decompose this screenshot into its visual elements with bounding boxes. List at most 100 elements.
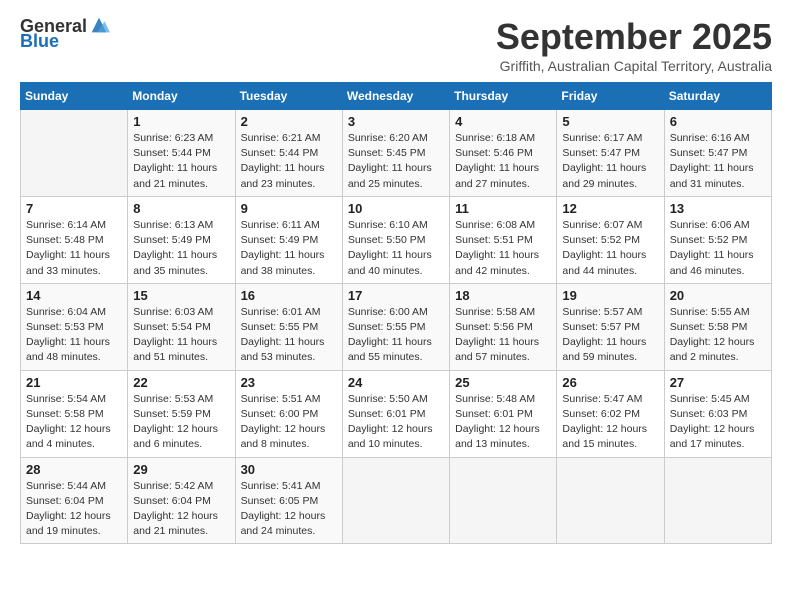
day-info: Sunrise: 5:41 AMSunset: 6:05 PMDaylight:…	[241, 479, 337, 540]
calendar-cell: 10 Sunrise: 6:10 AMSunset: 5:50 PMDayligh…	[342, 196, 449, 283]
day-info: Sunrise: 6:18 AMSunset: 5:46 PMDaylight:…	[455, 131, 551, 192]
day-info: Sunrise: 5:44 AMSunset: 6:04 PMDaylight:…	[26, 479, 122, 540]
calendar-cell: 8 Sunrise: 6:13 AMSunset: 5:49 PMDaylight…	[128, 196, 235, 283]
calendar-day-header: Monday	[128, 83, 235, 110]
day-number: 17	[348, 288, 444, 303]
day-info: Sunrise: 6:20 AMSunset: 5:45 PMDaylight:…	[348, 131, 444, 192]
calendar-cell: 9 Sunrise: 6:11 AMSunset: 5:49 PMDaylight…	[235, 196, 342, 283]
calendar-cell: 5 Sunrise: 6:17 AMSunset: 5:47 PMDaylight…	[557, 110, 664, 197]
day-number: 25	[455, 375, 551, 390]
day-info: Sunrise: 5:45 AMSunset: 6:03 PMDaylight:…	[670, 392, 766, 453]
day-number: 24	[348, 375, 444, 390]
calendar-day-header: Friday	[557, 83, 664, 110]
day-number: 29	[133, 462, 229, 477]
calendar-day-header: Saturday	[664, 83, 771, 110]
day-number: 23	[241, 375, 337, 390]
logo-blue: Blue	[20, 31, 59, 52]
calendar-title: September 2025	[496, 16, 772, 58]
day-info: Sunrise: 6:14 AMSunset: 5:48 PMDaylight:…	[26, 218, 122, 279]
calendar-week-row: 7Sunrise: 6:14 AMSunset: 5:48 PMDaylight…	[21, 196, 772, 283]
calendar-week-row: 21Sunrise: 5:54 AMSunset: 5:58 PMDayligh…	[21, 370, 772, 457]
calendar-cell	[664, 457, 771, 544]
day-info: Sunrise: 6:06 AMSunset: 5:52 PMDaylight:…	[670, 218, 766, 279]
calendar-day-header: Thursday	[450, 83, 557, 110]
calendar-cell: 11Sunrise: 6:08 AMSunset: 5:51 PMDayligh…	[450, 196, 557, 283]
day-number: 12	[562, 201, 658, 216]
calendar-cell: 20 Sunrise: 5:55 AMSunset: 5:58 PMDayligh…	[664, 283, 771, 370]
day-number: 8	[133, 201, 229, 216]
day-info: Sunrise: 5:57 AMSunset: 5:57 PMDaylight:…	[562, 305, 658, 366]
calendar-cell: 3 Sunrise: 6:20 AMSunset: 5:45 PMDaylight…	[342, 110, 449, 197]
day-number: 30	[241, 462, 337, 477]
day-number: 2	[241, 114, 337, 129]
calendar-day-header: Tuesday	[235, 83, 342, 110]
day-info: Sunrise: 6:03 AMSunset: 5:54 PMDaylight:…	[133, 305, 229, 366]
day-number: 13	[670, 201, 766, 216]
day-number: 14	[26, 288, 122, 303]
calendar-cell	[342, 457, 449, 544]
calendar-cell: 16 Sunrise: 6:01 AMSunset: 5:55 PMDayligh…	[235, 283, 342, 370]
calendar-cell: 1 Sunrise: 6:23 AMSunset: 5:44 PMDaylight…	[128, 110, 235, 197]
calendar-week-row: 28 Sunrise: 5:44 AMSunset: 6:04 PMDayligh…	[21, 457, 772, 544]
calendar-cell: 13 Sunrise: 6:06 AMSunset: 5:52 PMDayligh…	[664, 196, 771, 283]
day-info: Sunrise: 6:23 AMSunset: 5:44 PMDaylight:…	[133, 131, 229, 192]
day-info: Sunrise: 5:55 AMSunset: 5:58 PMDaylight:…	[670, 305, 766, 366]
calendar-cell	[21, 110, 128, 197]
calendar-cell: 26Sunrise: 5:47 AMSunset: 6:02 PMDayligh…	[557, 370, 664, 457]
calendar-cell: 27 Sunrise: 5:45 AMSunset: 6:03 PMDayligh…	[664, 370, 771, 457]
calendar-cell: 23Sunrise: 5:51 AMSunset: 6:00 PMDayligh…	[235, 370, 342, 457]
calendar-cell: 12 Sunrise: 6:07 AMSunset: 5:52 PMDayligh…	[557, 196, 664, 283]
calendar-cell: 21Sunrise: 5:54 AMSunset: 5:58 PMDayligh…	[21, 370, 128, 457]
calendar-cell: 18 Sunrise: 5:58 AMSunset: 5:56 PMDayligh…	[450, 283, 557, 370]
calendar-table: SundayMondayTuesdayWednesdayThursdayFrid…	[20, 82, 772, 544]
day-number: 9	[241, 201, 337, 216]
calendar-cell: 24 Sunrise: 5:50 AMSunset: 6:01 PMDayligh…	[342, 370, 449, 457]
day-number: 28	[26, 462, 122, 477]
calendar-cell: 7Sunrise: 6:14 AMSunset: 5:48 PMDaylight…	[21, 196, 128, 283]
calendar-week-row: 14 Sunrise: 6:04 AMSunset: 5:53 PMDayligh…	[21, 283, 772, 370]
day-info: Sunrise: 6:17 AMSunset: 5:47 PMDaylight:…	[562, 131, 658, 192]
calendar-cell: 30 Sunrise: 5:41 AMSunset: 6:05 PMDayligh…	[235, 457, 342, 544]
calendar-day-header: Wednesday	[342, 83, 449, 110]
day-info: Sunrise: 6:16 AMSunset: 5:47 PMDaylight:…	[670, 131, 766, 192]
calendar-cell	[450, 457, 557, 544]
day-number: 3	[348, 114, 444, 129]
day-info: Sunrise: 5:48 AMSunset: 6:01 PMDaylight:…	[455, 392, 551, 453]
day-info: Sunrise: 6:08 AMSunset: 5:51 PMDaylight:…	[455, 218, 551, 279]
day-number: 18	[455, 288, 551, 303]
day-number: 21	[26, 375, 122, 390]
day-number: 16	[241, 288, 337, 303]
day-info: Sunrise: 6:13 AMSunset: 5:49 PMDaylight:…	[133, 218, 229, 279]
calendar-cell: 28 Sunrise: 5:44 AMSunset: 6:04 PMDayligh…	[21, 457, 128, 544]
calendar-cell: 2 Sunrise: 6:21 AMSunset: 5:44 PMDaylight…	[235, 110, 342, 197]
day-number: 26	[562, 375, 658, 390]
calendar-cell: 19 Sunrise: 5:57 AMSunset: 5:57 PMDayligh…	[557, 283, 664, 370]
day-info: Sunrise: 5:50 AMSunset: 6:01 PMDaylight:…	[348, 392, 444, 453]
day-info: Sunrise: 6:10 AMSunset: 5:50 PMDaylight:…	[348, 218, 444, 279]
day-number: 6	[670, 114, 766, 129]
day-info: Sunrise: 6:07 AMSunset: 5:52 PMDaylight:…	[562, 218, 658, 279]
calendar-location: Griffith, Australian Capital Territory, …	[496, 58, 772, 74]
calendar-cell: 29Sunrise: 5:42 AMSunset: 6:04 PMDayligh…	[128, 457, 235, 544]
day-number: 15	[133, 288, 229, 303]
page-header: General Blue September 2025 Griffith, Au…	[20, 16, 772, 74]
day-number: 22	[133, 375, 229, 390]
day-info: Sunrise: 6:01 AMSunset: 5:55 PMDaylight:…	[241, 305, 337, 366]
day-number: 1	[133, 114, 229, 129]
calendar-cell: 15 Sunrise: 6:03 AMSunset: 5:54 PMDayligh…	[128, 283, 235, 370]
calendar-header-row: SundayMondayTuesdayWednesdayThursdayFrid…	[21, 83, 772, 110]
day-number: 5	[562, 114, 658, 129]
calendar-cell: 4Sunrise: 6:18 AMSunset: 5:46 PMDaylight…	[450, 110, 557, 197]
day-info: Sunrise: 6:21 AMSunset: 5:44 PMDaylight:…	[241, 131, 337, 192]
day-info: Sunrise: 5:58 AMSunset: 5:56 PMDaylight:…	[455, 305, 551, 366]
day-info: Sunrise: 6:11 AMSunset: 5:49 PMDaylight:…	[241, 218, 337, 279]
day-number: 10	[348, 201, 444, 216]
calendar-cell: 6 Sunrise: 6:16 AMSunset: 5:47 PMDaylight…	[664, 110, 771, 197]
day-info: Sunrise: 6:00 AMSunset: 5:55 PMDaylight:…	[348, 305, 444, 366]
day-number: 19	[562, 288, 658, 303]
day-number: 20	[670, 288, 766, 303]
day-number: 27	[670, 375, 766, 390]
logo: General Blue	[20, 16, 110, 52]
day-info: Sunrise: 6:04 AMSunset: 5:53 PMDaylight:…	[26, 305, 122, 366]
calendar-cell: 22Sunrise: 5:53 AMSunset: 5:59 PMDayligh…	[128, 370, 235, 457]
